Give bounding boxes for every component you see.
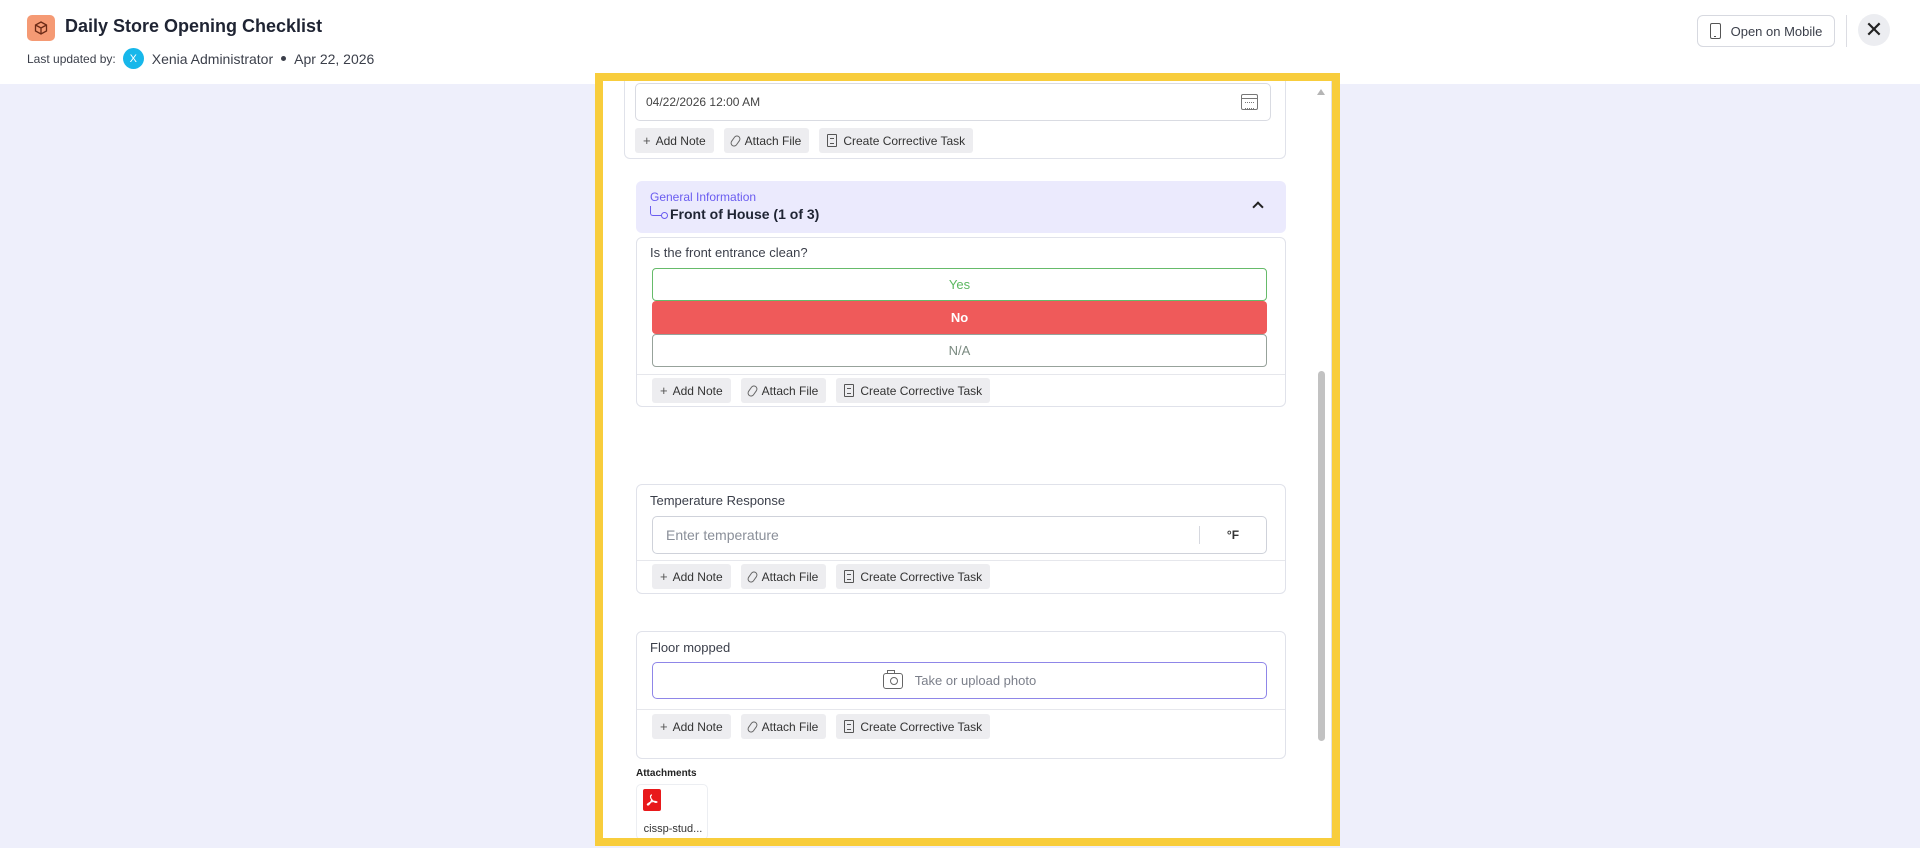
mobile-phone-icon [1709,23,1721,39]
open-on-mobile-button[interactable]: Open on Mobile [1697,15,1835,47]
task-icon [844,570,855,583]
attach-file-label: Attach File [744,133,802,148]
create-corrective-task-button[interactable]: Create Corrective Task [836,378,991,403]
chevron-up-icon[interactable] [1252,201,1264,213]
avatar: X [122,48,144,69]
add-note-label: Add Note [672,569,723,584]
create-task-label: Create Corrective Task [843,133,966,148]
temperature-input[interactable]: Enter temperature °F [652,516,1267,554]
section-title: Front of House (1 of 3) [650,206,819,222]
separator-dot [281,56,287,61]
divider [637,374,1285,375]
attachment-file[interactable]: cissp-stud... [636,784,708,838]
add-note-button[interactable]: + Add Note [652,564,731,589]
create-task-label: Create Corrective Task [860,569,983,584]
plus-icon: + [660,569,668,584]
add-note-label: Add Note [672,719,723,734]
last-updated-info: Last updated by: X Xenia Administrator A… [27,48,374,69]
temperature-placeholder: Enter temperature [666,527,779,543]
scroll-up-arrow-icon[interactable] [1317,89,1325,95]
scrollbar-thumb[interactable] [1318,371,1325,741]
attach-file-button[interactable]: Attach File [740,564,827,589]
date-question-card: 04/22/2026 12:00 AM + Add Note Attach Fil… [624,81,1286,159]
task-icon [827,134,838,147]
take-or-upload-photo-button[interactable]: Take or upload photo [652,662,1267,699]
date-input[interactable]: 04/22/2026 12:00 AM [635,83,1271,121]
option-no[interactable]: No [652,301,1267,334]
paperclip-icon [728,133,742,148]
plus-icon: + [660,719,668,734]
create-corrective-task-button[interactable]: Create Corrective Task [836,714,991,739]
date-card-actions: + Add Note Attach File Create Corrective … [635,128,974,153]
paperclip-icon [745,719,759,734]
plus-icon: + [660,383,668,398]
divider [637,560,1285,561]
question-card-front-entrance: Is the front entrance clean? Yes No N/A … [636,237,1286,407]
task-icon [844,384,855,397]
attachments-title: Attachments [636,768,697,779]
plus-icon: + [643,133,651,148]
checklist-frame: 04/22/2026 12:00 AM + Add Note Attach Fil… [595,73,1340,846]
content-border [1331,81,1332,838]
question-label: Temperature Response [650,493,786,508]
attach-file-label: Attach File [761,383,819,398]
photo-label: Take or upload photo [914,673,1037,688]
question-actions: + Add Note Attach File Create Corrective … [652,564,991,589]
question-actions: + Add Note Attach File Create Corrective … [652,714,991,739]
page-title: Daily Store Opening Checklist [65,16,323,36]
question-label: Is the front entrance clean? [650,245,808,260]
task-icon [844,720,855,733]
attach-file-button[interactable]: Attach File [740,378,827,403]
add-note-label: Add Note [655,133,706,148]
close-icon: ✕ [1864,17,1884,42]
last-updated-label: Last updated by: [27,51,116,66]
create-corrective-task-button[interactable]: Create Corrective Task [836,564,991,589]
camera-icon [882,669,903,689]
option-na[interactable]: N/A [652,334,1267,367]
create-corrective-task-button[interactable]: Create Corrective Task [819,128,974,153]
question-card-temperature: Temperature Response Enter temperature °… [636,484,1286,594]
paperclip-icon [745,569,759,584]
updated-by-user: Xenia Administrator [151,50,274,67]
section-header[interactable]: General Information Front of House (1 of… [636,181,1286,233]
question-actions: + Add Note Attach File Create Corrective … [652,378,991,403]
updated-date: Apr 22, 2026 [294,50,375,67]
temperature-unit: °F [1199,526,1266,544]
add-note-button[interactable]: + Add Note [652,714,731,739]
create-task-label: Create Corrective Task [860,719,983,734]
add-note-button[interactable]: + Add Note [635,128,714,153]
add-note-label: Add Note [672,383,723,398]
open-on-mobile-label: Open on Mobile [1730,23,1823,39]
add-note-button[interactable]: + Add Note [652,378,731,403]
attach-file-button[interactable]: Attach File [740,714,827,739]
paperclip-icon [745,383,759,398]
attach-file-label: Attach File [761,719,819,734]
create-task-label: Create Corrective Task [860,383,983,398]
section-subtitle: General Information [650,190,757,204]
checklist-scroll-area[interactable]: 04/22/2026 12:00 AM + Add Note Attach Fil… [603,81,1332,838]
divider [637,709,1285,710]
question-card-floor-mopped: Floor mopped Take or upload photo + Add N… [636,631,1286,759]
pdf-icon [643,789,661,811]
attachment-file-name: cissp-stud... [643,823,703,835]
close-button[interactable]: ✕ [1858,14,1890,46]
attach-file-button[interactable]: Attach File [723,128,810,153]
date-value: 04/22/2026 12:00 AM [646,95,761,109]
calendar-icon[interactable] [1241,94,1258,110]
option-yes[interactable]: Yes [652,268,1267,301]
attach-file-label: Attach File [761,569,819,584]
header-divider [1846,15,1847,47]
top-bar: Daily Store Opening Checklist Last updat… [0,0,1920,84]
question-label: Floor mopped [650,640,731,655]
subsection-branch-icon [650,206,668,219]
section-title-text: Front of House (1 of 3) [670,206,820,222]
checklist-icon [27,15,55,41]
